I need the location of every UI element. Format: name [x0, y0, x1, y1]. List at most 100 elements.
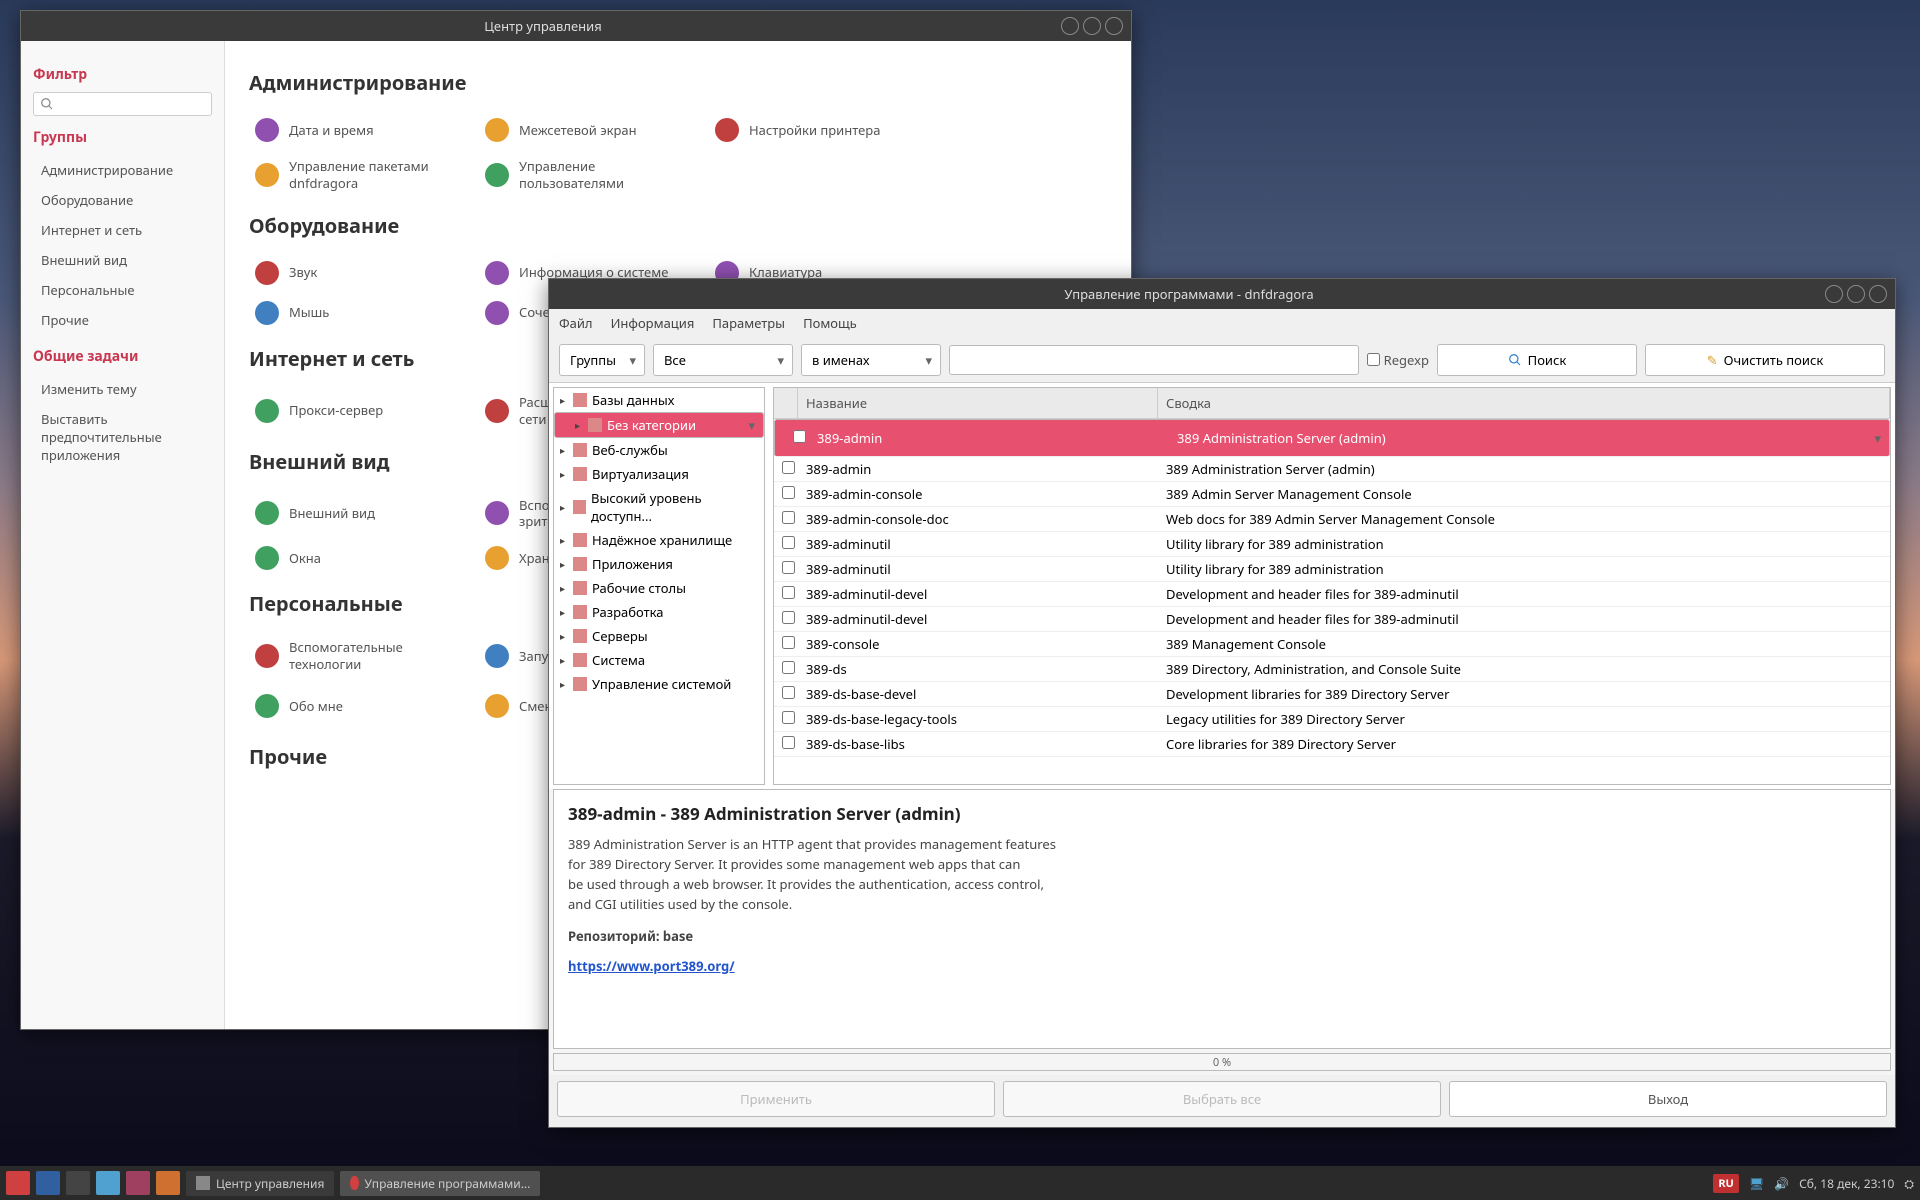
settings-item[interactable]: Настройки принтера	[709, 110, 939, 150]
sidebar-task-item[interactable]: Изменить тему	[33, 374, 212, 404]
task-dnfdragora[interactable]: Управление программами...	[340, 1171, 540, 1196]
package-row[interactable]: 389-admin-console-docWeb docs for 389 Ad…	[774, 507, 1890, 532]
tree-node[interactable]: ▸Базы данных	[554, 388, 764, 412]
launcher-icon[interactable]	[66, 1171, 90, 1195]
category-tree[interactable]: ▸Базы данных▸Без категории▸Веб-службы▸Ви…	[553, 387, 765, 785]
settings-item[interactable]: Звук	[249, 253, 479, 293]
keyboard-layout[interactable]: RU	[1713, 1174, 1739, 1193]
apply-button[interactable]: Применить	[557, 1081, 995, 1117]
tree-node[interactable]: ▸Высокий уровень доступн...	[554, 486, 764, 528]
settings-item[interactable]: Управление пакетами dnfdragora	[249, 150, 479, 200]
col-name[interactable]: Название	[798, 388, 1158, 418]
tree-node[interactable]: ▸Без категории	[554, 412, 764, 438]
start-icon[interactable]	[6, 1171, 30, 1195]
volume-icon[interactable]: 🔊	[1774, 1175, 1789, 1192]
package-row[interactable]: 389-ds-base-develDevelopment libraries f…	[774, 682, 1890, 707]
settings-item[interactable]: Вспомогательные технологии	[249, 631, 479, 681]
detail-url[interactable]: https://www.port389.org/	[568, 957, 1876, 975]
maximize-icon[interactable]	[1083, 17, 1101, 35]
package-checkbox[interactable]	[782, 536, 795, 549]
search-icon	[40, 97, 54, 111]
package-checkbox[interactable]	[782, 636, 795, 649]
settings-item[interactable]: Окна	[249, 538, 479, 578]
settings-item[interactable]: Прокси-сервер	[249, 386, 479, 436]
filter-search[interactable]	[33, 92, 212, 116]
menu-item[interactable]: Помощь	[803, 314, 857, 332]
tree-node[interactable]: ▸Управление системой	[554, 672, 764, 696]
search-in-select[interactable]: в именах	[801, 344, 941, 376]
package-row[interactable]: 389-adminutil-develDevelopment and heade…	[774, 607, 1890, 632]
package-row[interactable]: 389-ds-base-libsCore libraries for 389 D…	[774, 732, 1890, 757]
minimize-icon[interactable]	[1061, 17, 1079, 35]
regexp-checkbox[interactable]: Regexp	[1367, 351, 1429, 369]
cc-titlebar[interactable]: Центр управления	[21, 11, 1131, 41]
clear-search-button[interactable]: ✎ Очистить поиск	[1645, 344, 1885, 376]
settings-item[interactable]: Межсетевой экран	[479, 110, 709, 150]
launcher-icon[interactable]	[156, 1171, 180, 1195]
sidebar-group-item[interactable]: Прочие	[33, 305, 212, 335]
package-row[interactable]: 389-adminutilUtility library for 389 adm…	[774, 557, 1890, 582]
package-checkbox[interactable]	[782, 486, 795, 499]
tree-node[interactable]: ▸Серверы	[554, 624, 764, 648]
sidebar-group-item[interactable]: Внешний вид	[33, 245, 212, 275]
package-checkbox[interactable]	[782, 561, 795, 574]
launcher-icon[interactable]	[36, 1171, 60, 1195]
sidebar-group-item[interactable]: Оборудование	[33, 185, 212, 215]
package-checkbox[interactable]	[782, 711, 795, 724]
settings-item[interactable]: Дата и время	[249, 110, 479, 150]
package-checkbox[interactable]	[782, 611, 795, 624]
select-all-button[interactable]: Выбрать все	[1003, 1081, 1441, 1117]
package-checkbox[interactable]	[782, 686, 795, 699]
notifications-icon[interactable]: ⛭	[1904, 1175, 1914, 1192]
task-control-center[interactable]: Центр управления	[186, 1171, 334, 1196]
sidebar-group-item[interactable]: Интернет и сеть	[33, 215, 212, 245]
search-button[interactable]: Поиск	[1437, 344, 1637, 376]
package-checkbox[interactable]	[793, 430, 806, 443]
filter-all-select[interactable]: Все	[653, 344, 793, 376]
col-summary[interactable]: Сводка	[1158, 388, 1890, 418]
settings-item[interactable]: Управление пользователями	[479, 150, 709, 200]
minimize-icon[interactable]	[1825, 285, 1843, 303]
settings-item[interactable]: Внешний вид	[249, 489, 479, 539]
package-row[interactable]: 389-ds-base-legacy-toolsLegacy utilities…	[774, 707, 1890, 732]
tree-node[interactable]: ▸Надёжное хранилище	[554, 528, 764, 552]
package-row[interactable]: 389-admin-console389 Admin Server Manage…	[774, 482, 1890, 507]
menu-item[interactable]: Файл	[559, 314, 593, 332]
package-checkbox[interactable]	[782, 511, 795, 524]
search-input[interactable]	[949, 345, 1359, 375]
menu-item[interactable]: Параметры	[712, 314, 785, 332]
sidebar-task-item[interactable]: Выставить предпочтительные приложения	[33, 404, 212, 470]
close-icon[interactable]	[1105, 17, 1123, 35]
maximize-icon[interactable]	[1847, 285, 1865, 303]
tree-node[interactable]: ▸Веб-службы	[554, 438, 764, 462]
package-row[interactable]: 389-adminutil-develDevelopment and heade…	[774, 582, 1890, 607]
tree-node[interactable]: ▸Рабочие столы	[554, 576, 764, 600]
tree-node[interactable]: ▸Приложения	[554, 552, 764, 576]
sidebar-group-item[interactable]: Персональные	[33, 275, 212, 305]
network-icon[interactable]: 🖥	[1749, 1175, 1764, 1192]
package-checkbox[interactable]	[782, 461, 795, 474]
clock[interactable]: Сб, 18 дек, 23:10	[1799, 1175, 1894, 1192]
tree-node[interactable]: ▸Разработка	[554, 600, 764, 624]
package-rows[interactable]: 389-admin389 Administration Server (admi…	[774, 419, 1890, 784]
package-row[interactable]: 389-admin389 Administration Server (admi…	[774, 457, 1890, 482]
settings-item[interactable]: Мышь	[249, 293, 479, 333]
tree-node[interactable]: ▸Система	[554, 648, 764, 672]
package-row[interactable]: 389-console389 Management Console	[774, 632, 1890, 657]
launcher-icon[interactable]	[96, 1171, 120, 1195]
package-row[interactable]: 389-adminutilUtility library for 389 adm…	[774, 532, 1890, 557]
menu-item[interactable]: Информация	[611, 314, 695, 332]
package-checkbox[interactable]	[782, 736, 795, 749]
close-icon[interactable]	[1869, 285, 1887, 303]
package-checkbox[interactable]	[782, 586, 795, 599]
package-row[interactable]: 389-admin389 Administration Server (admi…	[774, 419, 1890, 457]
sidebar-group-item[interactable]: Администрирование	[33, 155, 212, 185]
package-checkbox[interactable]	[782, 661, 795, 674]
tree-node[interactable]: ▸Виртуализация	[554, 462, 764, 486]
exit-button[interactable]: Выход	[1449, 1081, 1887, 1117]
dd-titlebar[interactable]: Управление программами - dnfdragora	[549, 279, 1895, 309]
settings-item[interactable]: Обо мне	[249, 681, 479, 731]
package-row[interactable]: 389-ds389 Directory, Administration, and…	[774, 657, 1890, 682]
groups-select[interactable]: Группы	[559, 344, 645, 376]
launcher-icon[interactable]	[126, 1171, 150, 1195]
